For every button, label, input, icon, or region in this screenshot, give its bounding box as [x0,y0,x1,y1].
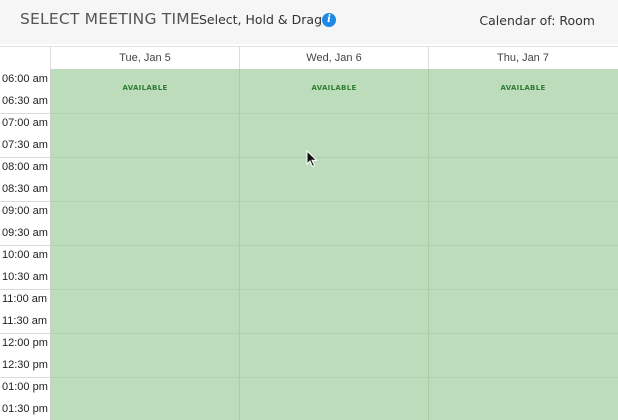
grid-hour-line [51,377,618,378]
grid-hour-line [51,113,618,114]
time-label: 06:30 am [2,95,48,107]
available-label-wed: AVAILABLE [311,84,357,92]
availability-grid[interactable]: AVAILABLE AVAILABLE AVAILABLE [51,69,618,420]
time-label: 06:00 am [2,73,48,85]
time-label: 12:00 pm [2,337,48,349]
time-label: 01:00 pm [2,381,48,393]
header-corner [0,47,51,69]
time-label: 08:30 am [2,183,48,195]
time-label: 09:30 am [2,227,48,239]
time-label: 01:30 pm [2,403,48,415]
day-header-tue: Tue, Jan 5 [51,47,240,69]
grid-hour-line [51,289,618,290]
time-label: 07:30 am [2,139,48,151]
day-header-wed: Wed, Jan 6 [240,47,429,69]
time-label: 07:00 am [2,117,48,129]
instruction-text: Select, Hold & Drag [199,12,323,27]
time-label: 08:00 am [2,161,48,173]
available-label-thu: AVAILABLE [500,84,546,92]
time-label: 11:00 am [2,293,48,305]
page-header: SELECT MEETING TIME Select, Hold & Drag … [0,0,618,44]
calendar-of-label: Calendar of: Room [479,13,595,28]
grid-day-divider [239,69,240,420]
grid-hour-line [51,245,618,246]
grid-day-divider [428,69,429,420]
page-title: SELECT MEETING TIME [20,10,200,28]
info-icon[interactable]: i [322,13,336,27]
time-label: 10:30 am [2,271,48,283]
time-label: 10:00 am [2,249,48,261]
day-header-thu: Thu, Jan 7 [497,52,549,64]
available-label-tue: AVAILABLE [122,84,168,92]
grid-hour-line [51,157,618,158]
grid-hour-line [51,201,618,202]
mouse-cursor-icon [306,150,318,168]
time-label: 12:30 pm [2,359,48,371]
grid-hour-line [51,333,618,334]
time-gutter: 06:00 am 06:30 am 07:00 am 07:30 am 08:0… [0,69,51,420]
day-header-row: Tue, Jan 5 Wed, Jan 6 Thu, Jan 7 [0,46,618,70]
time-label: 11:30 am [2,315,48,327]
time-label: 09:00 am [2,205,48,217]
